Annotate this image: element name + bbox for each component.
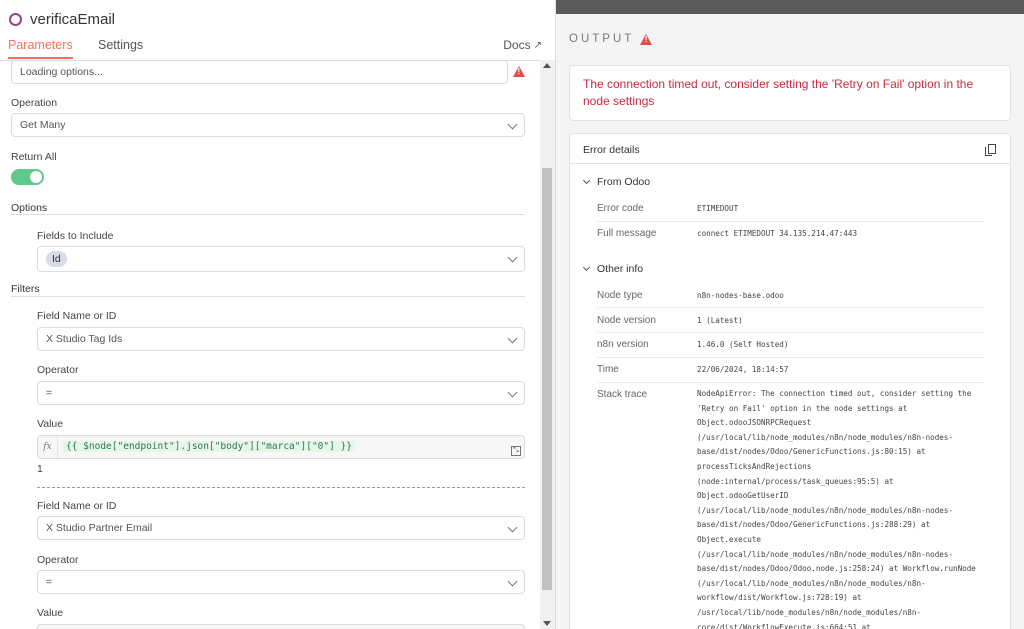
n8n-version-label: n8n version xyxy=(597,339,649,350)
scroll-down-icon[interactable] xyxy=(543,621,551,626)
fx-icon: fx xyxy=(38,436,58,458)
error-message: The connection timed out, consider setti… xyxy=(583,77,974,108)
section-from-odoo[interactable]: From Odoo xyxy=(582,176,651,188)
expression-code[interactable]: {{ $node["endpoint"].json["body"]["marca… xyxy=(63,441,355,452)
row-node-version: Node version 1 (Latest) xyxy=(597,308,985,333)
fields-to-include-select[interactable]: Id xyxy=(37,246,525,272)
parameters-scrollbar[interactable] xyxy=(540,60,555,629)
stack-trace-value: NodeApiError: The connection timed out, … xyxy=(697,389,976,629)
filter-separator xyxy=(37,487,525,488)
row-node-type: Node type n8n-nodes-base.odoo xyxy=(597,283,985,308)
time-value: 22/06/2024, 18:14:57 xyxy=(697,365,789,374)
warning-icon xyxy=(513,66,525,77)
filter1-operator-select[interactable]: = xyxy=(37,381,525,405)
expand-icon[interactable]: ⤡ xyxy=(511,446,521,456)
filter2-field-value: X Studio Partner Email xyxy=(46,522,153,534)
error-details-box: Error details From Odoo Error code ETIME… xyxy=(569,133,1011,629)
chevron-down-icon xyxy=(507,252,518,263)
node-type-value: n8n-nodes-base.odoo xyxy=(697,291,784,300)
row-n8n-version: n8n version 1.46.0 (Self Hosted) xyxy=(597,333,985,358)
filter2-field-select[interactable]: X Studio Partner Email xyxy=(37,516,525,540)
filter1-value-label: Value xyxy=(37,418,64,430)
chevron-down-icon xyxy=(507,119,518,130)
section-other-info-label: Other info xyxy=(597,263,644,275)
full-message-label: Full message xyxy=(597,228,657,239)
scroll-thumb[interactable] xyxy=(542,168,552,590)
output-header: OUTPUT xyxy=(569,33,653,45)
loading-text: Loading options... xyxy=(20,66,103,78)
filter1-field-value: X Studio Tag Ids xyxy=(46,333,123,345)
canvas-strip xyxy=(556,0,1024,14)
full-message-value: connect ETIMEDOUT 34.135.214.47:443 xyxy=(697,229,858,238)
operation-value: Get Many xyxy=(20,119,66,131)
tab-settings[interactable]: Settings xyxy=(98,38,143,57)
tab-parameters[interactable]: Parameters xyxy=(8,38,73,59)
error-details-title: Error details xyxy=(583,144,640,156)
chevron-down-icon xyxy=(582,263,591,272)
node-version-value: 1 (Latest) xyxy=(697,316,743,325)
filter1-operator-value: = xyxy=(46,387,53,399)
chevron-down-icon xyxy=(582,176,591,185)
copy-icon[interactable] xyxy=(985,144,996,156)
chevron-down-icon xyxy=(507,333,518,344)
filter2-operator-value: = xyxy=(46,576,53,588)
filter2-value-input[interactable] xyxy=(37,624,525,629)
tab-bar: Parameters Settings Docs ↗ xyxy=(0,36,555,60)
error-details-header: Error details xyxy=(570,134,1010,164)
filter1-operator-label: Operator xyxy=(37,364,79,376)
docs-link[interactable]: Docs ↗ xyxy=(503,38,542,52)
docs-label: Docs xyxy=(503,38,531,52)
error-code-value: ETIMEDOUT xyxy=(697,204,739,213)
error-code-label: Error code xyxy=(597,203,644,214)
chevron-down-icon xyxy=(507,576,518,587)
section-other-info[interactable]: Other info xyxy=(582,263,644,275)
filter2-field-label: Field Name or ID xyxy=(37,500,117,512)
warning-icon xyxy=(640,33,653,45)
output-title: OUTPUT xyxy=(569,33,635,45)
section-from-odoo-label: From Odoo xyxy=(597,176,651,188)
filter1-expression-editor[interactable]: fx {{ $node["endpoint"].json["body"]["ma… xyxy=(37,435,525,459)
filter1-field-select[interactable]: X Studio Tag Ids xyxy=(37,327,525,351)
operation-select[interactable]: Get Many xyxy=(11,113,525,137)
chevron-down-icon xyxy=(507,522,518,533)
filter2-operator-select[interactable]: = xyxy=(37,570,525,594)
expression-result: 1 xyxy=(37,463,43,475)
node-circle-icon xyxy=(9,12,22,26)
external-link-icon: ↗ xyxy=(533,39,542,51)
options-label: Options xyxy=(11,202,48,214)
row-time: Time 22/06/2024, 18:14:57 xyxy=(597,358,985,383)
node-title[interactable]: verificaEmail xyxy=(30,11,115,28)
node-header: verificaEmail xyxy=(9,9,115,29)
filters-label: Filters xyxy=(11,283,40,295)
resource-loading-field[interactable]: Loading options... xyxy=(11,60,508,84)
return-all-label: Return All xyxy=(11,151,57,163)
fields-to-include-label: Fields to Include xyxy=(37,230,114,242)
filter2-value-label: Value xyxy=(37,607,64,619)
n8n-version-value: 1.46.0 (Self Hosted) xyxy=(697,340,789,349)
row-stack-trace: Stack trace NodeApiError: The connection… xyxy=(597,383,985,629)
options-divider xyxy=(11,214,525,215)
time-label: Time xyxy=(597,364,619,375)
row-error-code: Error code ETIMEDOUT xyxy=(597,197,985,222)
node-type-label: Node type xyxy=(597,290,643,301)
filters-divider xyxy=(11,296,525,297)
field-chip-id[interactable]: Id xyxy=(46,251,67,267)
filter2-operator-label: Operator xyxy=(37,554,79,566)
chevron-down-icon xyxy=(507,387,518,398)
parameters-panel: verificaEmail Parameters Settings Docs ↗… xyxy=(0,0,556,629)
filter1-field-label: Field Name or ID xyxy=(37,310,117,322)
error-message-box: The connection timed out, consider setti… xyxy=(569,65,1011,121)
node-version-label: Node version xyxy=(597,315,656,326)
scroll-up-icon[interactable] xyxy=(543,63,551,68)
return-all-toggle[interactable] xyxy=(11,169,44,185)
row-full-message: Full message connect ETIMEDOUT 34.135.21… xyxy=(597,222,985,247)
stack-trace-label: Stack trace xyxy=(597,389,648,400)
operation-label: Operation xyxy=(11,97,58,109)
output-panel: OUTPUT The connection timed out, conside… xyxy=(556,0,1024,629)
toggle-knob xyxy=(30,171,42,183)
